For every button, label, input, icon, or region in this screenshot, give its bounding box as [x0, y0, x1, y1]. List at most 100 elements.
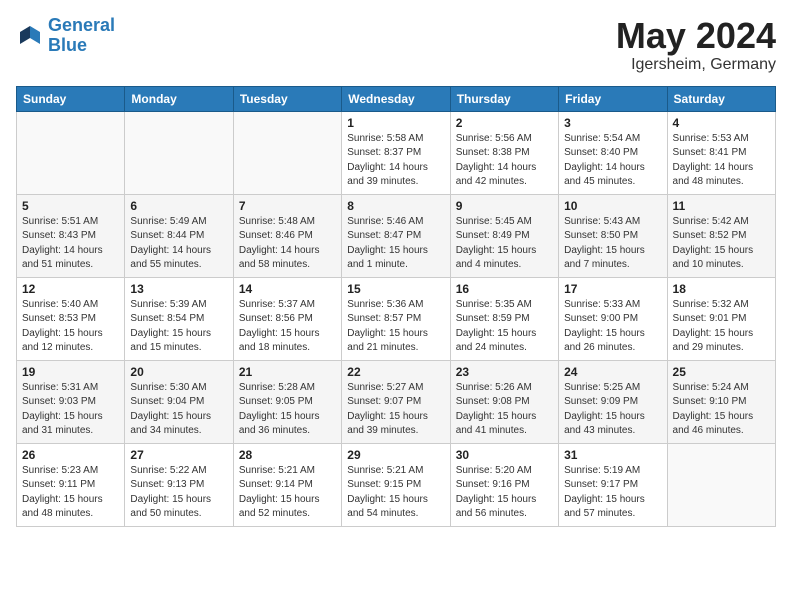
day-info: Sunrise: 5:37 AM Sunset: 8:56 PM Dayligh…: [239, 298, 336, 356]
calendar-week-row: 12Sunrise: 5:40 AM Sunset: 8:53 PM Dayli…: [17, 277, 776, 360]
day-info: Sunrise: 5:43 AM Sunset: 8:50 PM Dayligh…: [564, 215, 661, 273]
day-number: 25: [673, 365, 770, 379]
day-info: Sunrise: 5:46 AM Sunset: 8:47 PM Dayligh…: [347, 215, 444, 273]
calendar-day-cell: 29Sunrise: 5:21 AM Sunset: 9:15 PM Dayli…: [342, 443, 450, 526]
calendar-day-cell: [233, 111, 341, 194]
day-number: 31: [564, 448, 661, 462]
calendar-table: SundayMondayTuesdayWednesdayThursdayFrid…: [16, 86, 776, 527]
day-info: Sunrise: 5:40 AM Sunset: 8:53 PM Dayligh…: [22, 298, 119, 356]
weekday-header: Friday: [559, 86, 667, 111]
calendar-day-cell: 19Sunrise: 5:31 AM Sunset: 9:03 PM Dayli…: [17, 360, 125, 443]
calendar-day-cell: 27 Sunrise: 5:22 AM Sunset: 9:13 PM Dayli…: [125, 443, 233, 526]
day-number: 2: [456, 116, 553, 130]
day-info: Sunrise: 5:26 AM Sunset: 9:08 PM Dayligh…: [456, 381, 553, 439]
calendar-day-cell: 4 Sunrise: 5:53 AM Sunset: 8:41 PM Daylig…: [667, 111, 775, 194]
day-number: 1: [347, 116, 444, 130]
day-info: Sunrise: 5:23 AM Sunset: 9:11 PM Dayligh…: [22, 464, 119, 522]
day-info: Sunrise: 5:32 AM Sunset: 9:01 PM Dayligh…: [673, 298, 770, 356]
weekday-header: Wednesday: [342, 86, 450, 111]
day-number: 28: [239, 448, 336, 462]
day-info: Sunrise: 5:24 AM Sunset: 9:10 PM Dayligh…: [673, 381, 770, 439]
day-info: Sunrise: 5:39 AM Sunset: 8:54 PM Dayligh…: [130, 298, 227, 356]
calendar-day-cell: 10 Sunrise: 5:43 AM Sunset: 8:50 PM Dayli…: [559, 194, 667, 277]
month-title: May 2024: [616, 16, 776, 56]
day-number: 18: [673, 282, 770, 296]
day-number: 10: [564, 199, 661, 213]
calendar-day-cell: 9 Sunrise: 5:45 AM Sunset: 8:49 PM Daylig…: [450, 194, 558, 277]
day-number: 27: [130, 448, 227, 462]
day-number: 20: [130, 365, 227, 379]
calendar-day-cell: 14 Sunrise: 5:37 AM Sunset: 8:56 PM Dayli…: [233, 277, 341, 360]
calendar-header: SundayMondayTuesdayWednesdayThursdayFrid…: [17, 86, 776, 111]
day-number: 6: [130, 199, 227, 213]
calendar-day-cell: 13 Sunrise: 5:39 AM Sunset: 8:54 PM Dayli…: [125, 277, 233, 360]
calendar-week-row: 19Sunrise: 5:31 AM Sunset: 9:03 PM Dayli…: [17, 360, 776, 443]
calendar-day-cell: [667, 443, 775, 526]
calendar-day-cell: 15 Sunrise: 5:36 AM Sunset: 8:57 PM Dayli…: [342, 277, 450, 360]
day-info: Sunrise: 5:27 AM Sunset: 9:07 PM Dayligh…: [347, 381, 444, 439]
day-info: Sunrise: 5:30 AM Sunset: 9:04 PM Dayligh…: [130, 381, 227, 439]
day-info: Sunrise: 5:48 AM Sunset: 8:46 PM Dayligh…: [239, 215, 336, 273]
day-info: Sunrise: 5:54 AM Sunset: 8:40 PM Dayligh…: [564, 132, 661, 190]
day-info: Sunrise: 5:21 AM Sunset: 9:15 PM Dayligh…: [347, 464, 444, 522]
day-info: Sunrise: 5:31 AM Sunset: 9:03 PM Dayligh…: [22, 381, 119, 439]
day-info: Sunrise: 5:36 AM Sunset: 8:57 PM Dayligh…: [347, 298, 444, 356]
day-number: 3: [564, 116, 661, 130]
day-info: Sunrise: 5:25 AM Sunset: 9:09 PM Dayligh…: [564, 381, 661, 439]
calendar-day-cell: 5 Sunrise: 5:51 AM Sunset: 8:43 PM Daylig…: [17, 194, 125, 277]
day-info: Sunrise: 5:22 AM Sunset: 9:13 PM Dayligh…: [130, 464, 227, 522]
day-number: 4: [673, 116, 770, 130]
calendar-day-cell: 3 Sunrise: 5:54 AM Sunset: 8:40 PM Daylig…: [559, 111, 667, 194]
weekday-header: Tuesday: [233, 86, 341, 111]
day-number: 13: [130, 282, 227, 296]
calendar-day-cell: 24Sunrise: 5:25 AM Sunset: 9:09 PM Dayli…: [559, 360, 667, 443]
day-number: 22: [347, 365, 444, 379]
day-number: 26: [22, 448, 119, 462]
calendar-day-cell: 18 Sunrise: 5:32 AM Sunset: 9:01 PM Dayli…: [667, 277, 775, 360]
day-number: 15: [347, 282, 444, 296]
day-number: 5: [22, 199, 119, 213]
day-number: 11: [673, 199, 770, 213]
weekday-header: Sunday: [17, 86, 125, 111]
calendar-day-cell: [17, 111, 125, 194]
calendar-day-cell: 1 Sunrise: 5:58 AM Sunset: 8:37 PM Daylig…: [342, 111, 450, 194]
calendar-week-row: 5 Sunrise: 5:51 AM Sunset: 8:43 PM Daylig…: [17, 194, 776, 277]
calendar-day-cell: 6 Sunrise: 5:49 AM Sunset: 8:44 PM Daylig…: [125, 194, 233, 277]
calendar-day-cell: 11 Sunrise: 5:42 AM Sunset: 8:52 PM Dayli…: [667, 194, 775, 277]
day-info: Sunrise: 5:51 AM Sunset: 8:43 PM Dayligh…: [22, 215, 119, 273]
day-info: Sunrise: 5:33 AM Sunset: 9:00 PM Dayligh…: [564, 298, 661, 356]
calendar-day-cell: 28 Sunrise: 5:21 AM Sunset: 9:14 PM Dayli…: [233, 443, 341, 526]
day-number: 17: [564, 282, 661, 296]
day-number: 9: [456, 199, 553, 213]
day-number: 30: [456, 448, 553, 462]
day-info: Sunrise: 5:58 AM Sunset: 8:37 PM Dayligh…: [347, 132, 444, 190]
calendar-day-cell: 12Sunrise: 5:40 AM Sunset: 8:53 PM Dayli…: [17, 277, 125, 360]
day-info: Sunrise: 5:53 AM Sunset: 8:41 PM Dayligh…: [673, 132, 770, 190]
logo-icon: [16, 22, 44, 50]
day-info: Sunrise: 5:42 AM Sunset: 8:52 PM Dayligh…: [673, 215, 770, 273]
calendar-day-cell: 20 Sunrise: 5:30 AM Sunset: 9:04 PM Dayli…: [125, 360, 233, 443]
day-info: Sunrise: 5:20 AM Sunset: 9:16 PM Dayligh…: [456, 464, 553, 522]
day-info: Sunrise: 5:35 AM Sunset: 8:59 PM Dayligh…: [456, 298, 553, 356]
day-info: Sunrise: 5:28 AM Sunset: 9:05 PM Dayligh…: [239, 381, 336, 439]
calendar-day-cell: 16 Sunrise: 5:35 AM Sunset: 8:59 PM Dayli…: [450, 277, 558, 360]
day-number: 8: [347, 199, 444, 213]
day-info: Sunrise: 5:49 AM Sunset: 8:44 PM Dayligh…: [130, 215, 227, 273]
weekday-row: SundayMondayTuesdayWednesdayThursdayFrid…: [17, 86, 776, 111]
weekday-header: Thursday: [450, 86, 558, 111]
page-header: General Blue May 2024 Igersheim, Germany: [16, 16, 776, 74]
day-info: Sunrise: 5:56 AM Sunset: 8:38 PM Dayligh…: [456, 132, 553, 190]
day-number: 14: [239, 282, 336, 296]
calendar-week-row: 26 Sunrise: 5:23 AM Sunset: 9:11 PM Dayli…: [17, 443, 776, 526]
weekday-header: Saturday: [667, 86, 775, 111]
day-info: Sunrise: 5:21 AM Sunset: 9:14 PM Dayligh…: [239, 464, 336, 522]
calendar-day-cell: 21Sunrise: 5:28 AM Sunset: 9:05 PM Dayli…: [233, 360, 341, 443]
calendar-day-cell: 8 Sunrise: 5:46 AM Sunset: 8:47 PM Daylig…: [342, 194, 450, 277]
calendar-body: 1 Sunrise: 5:58 AM Sunset: 8:37 PM Daylig…: [17, 111, 776, 526]
day-number: 16: [456, 282, 553, 296]
day-info: Sunrise: 5:45 AM Sunset: 8:49 PM Dayligh…: [456, 215, 553, 273]
day-info: Sunrise: 5:19 AM Sunset: 9:17 PM Dayligh…: [564, 464, 661, 522]
calendar-day-cell: 22 Sunrise: 5:27 AM Sunset: 9:07 PM Dayli…: [342, 360, 450, 443]
calendar-day-cell: 25 Sunrise: 5:24 AM Sunset: 9:10 PM Dayli…: [667, 360, 775, 443]
calendar-week-row: 1 Sunrise: 5:58 AM Sunset: 8:37 PM Daylig…: [17, 111, 776, 194]
